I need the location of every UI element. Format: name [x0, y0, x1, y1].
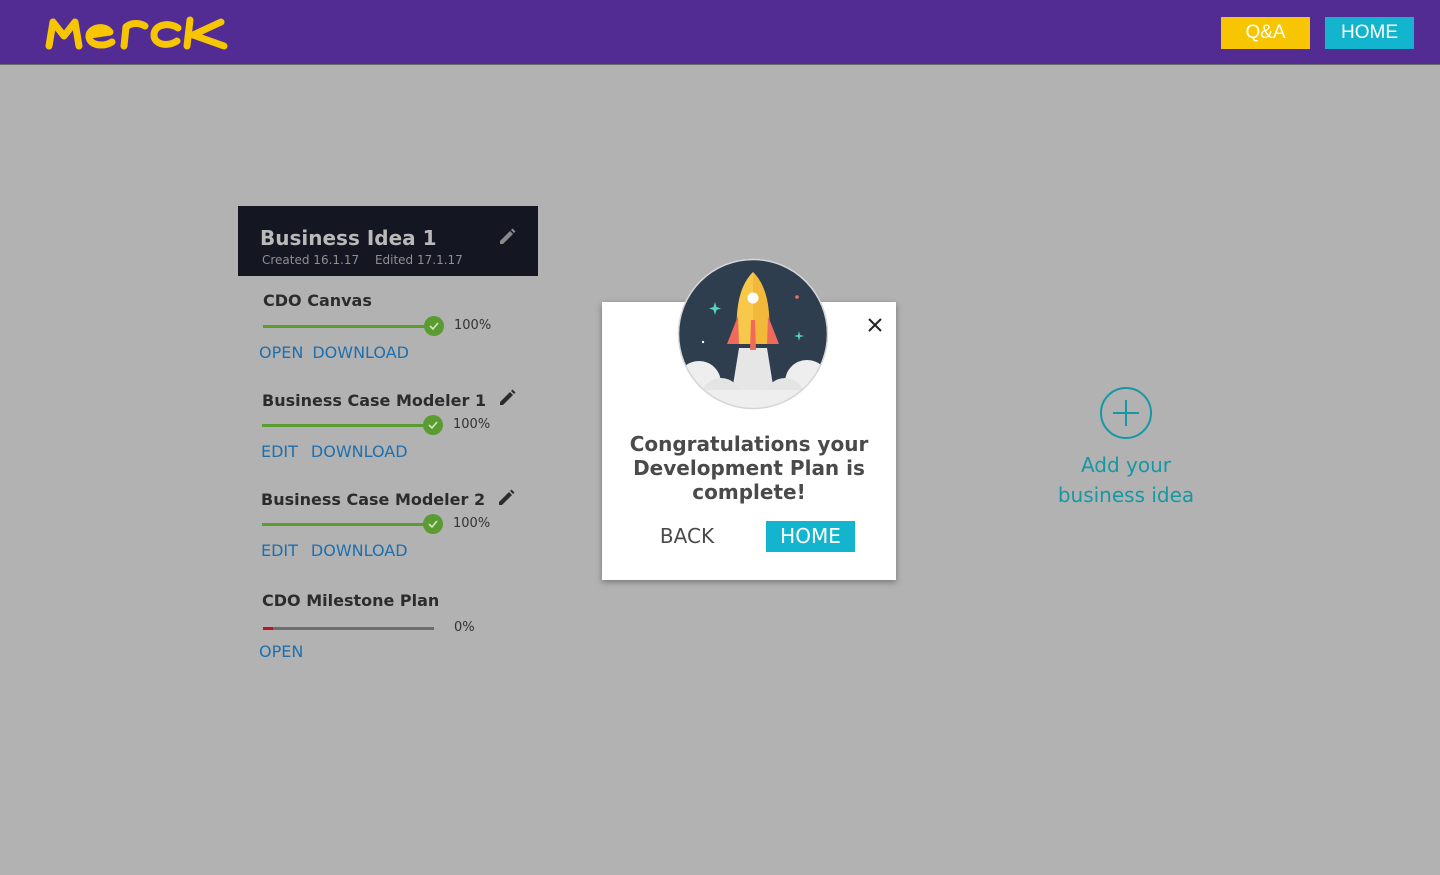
progress-label: 100%: [453, 417, 491, 432]
edit-pencil-icon[interactable]: [496, 488, 516, 508]
progress-fill: [263, 325, 434, 328]
progress-bar: [263, 627, 434, 630]
add-business-idea-label[interactable]: Add your business idea: [1040, 450, 1212, 510]
section-title: CDO Milestone Plan: [262, 591, 440, 610]
check-icon: [423, 514, 443, 534]
progress-label: 100%: [453, 516, 491, 531]
edit-pencil-icon[interactable]: [497, 388, 517, 408]
edit-link[interactable]: EDIT: [261, 442, 298, 461]
section-actions: EDIT DOWNLOAD: [261, 442, 408, 461]
edited-date: Edited 17.1.17: [374, 253, 463, 267]
add-circle-icon[interactable]: [1099, 386, 1153, 440]
download-link[interactable]: DOWNLOAD: [311, 442, 408, 461]
add-label-line-2: business idea: [1057, 483, 1195, 507]
section-title: CDO Canvas: [263, 291, 372, 310]
top-bar: Q&A HOME: [0, 0, 1440, 65]
add-business-idea[interactable]: Add your business idea: [1040, 386, 1212, 510]
merck-logo[interactable]: [44, 16, 230, 50]
progress-fill: [263, 627, 274, 630]
progress-fill: [262, 424, 433, 427]
business-idea-dates: Created 16.1.17 Edited 17.1.17: [262, 253, 463, 267]
section-cdo-canvas: CDO Canvas 100% OPEN DOWNLOAD: [238, 288, 538, 378]
created-date: Created 16.1.17: [262, 253, 360, 267]
section-actions: OPEN DOWNLOAD: [259, 343, 409, 362]
progress-bar: [262, 514, 443, 534]
download-link[interactable]: DOWNLOAD: [311, 541, 408, 560]
back-button[interactable]: BACK: [642, 521, 732, 552]
progress-fill: [262, 523, 433, 526]
modal-message: Congratulations your Development Plan is…: [629, 432, 869, 504]
rocket-icon: [677, 258, 829, 410]
open-link[interactable]: OPEN: [259, 343, 303, 362]
edit-link[interactable]: EDIT: [261, 541, 298, 560]
section-actions: EDIT DOWNLOAD: [261, 541, 408, 560]
close-icon[interactable]: [866, 316, 884, 334]
section-cdo-milestone-plan: CDO Milestone Plan 0% OPEN: [238, 588, 538, 678]
qa-button[interactable]: Q&A: [1221, 17, 1310, 49]
progress-label: 0%: [454, 620, 475, 635]
section-actions: OPEN: [259, 642, 303, 661]
merck-logo-mark: [45, 16, 228, 50]
business-idea-header: Business Idea 1 Created 16.1.17 Edited 1…: [238, 206, 538, 276]
progress-bar: [263, 316, 444, 336]
check-icon: [424, 316, 444, 336]
section-title: Business Case Modeler 2: [261, 490, 486, 509]
edit-idea-pencil-icon[interactable]: [497, 227, 517, 247]
business-idea-title: Business Idea 1: [260, 226, 437, 250]
open-link[interactable]: OPEN: [259, 642, 303, 661]
modal-home-button[interactable]: HOME: [766, 521, 855, 552]
home-button[interactable]: HOME: [1325, 17, 1414, 49]
download-link[interactable]: DOWNLOAD: [312, 343, 409, 362]
section-business-case-modeler-1: Business Case Modeler 1 100% EDIT DOWNLOA…: [238, 388, 538, 478]
progress-label: 100%: [454, 318, 492, 333]
progress-bar: [262, 415, 443, 435]
add-label-line-1: Add your: [1080, 453, 1172, 477]
section-title: Business Case Modeler 1: [262, 391, 487, 410]
section-business-case-modeler-2: Business Case Modeler 2 100% EDIT DOWNLOA…: [238, 488, 538, 578]
check-icon: [423, 415, 443, 435]
